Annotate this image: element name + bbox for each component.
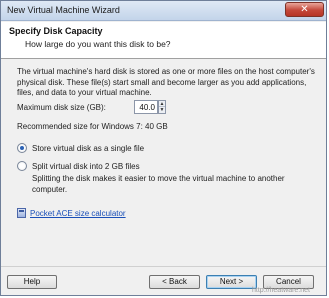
title-bar: New Virtual Machine Wizard ✕	[1, 1, 326, 21]
next-button[interactable]: Next >	[206, 275, 257, 289]
disk-size-input[interactable]	[135, 101, 157, 113]
disk-description: The virtual machine's hard disk is store…	[17, 67, 315, 97]
help-button[interactable]: Help	[7, 275, 57, 289]
split-files-option[interactable]: Split virtual disk into 2 GB files	[17, 160, 140, 172]
size-calculator-label[interactable]: Pocket ACE size calculator	[30, 209, 126, 218]
page-title: Specify Disk Capacity	[9, 26, 103, 36]
split-files-radio[interactable]	[17, 161, 27, 171]
close-icon: ✕	[300, 4, 309, 15]
size-calculator-link[interactable]: Pocket ACE size calculator	[17, 208, 126, 218]
watermark: http://heatware.net	[252, 287, 310, 294]
spin-down-icon[interactable]: ▼	[159, 107, 165, 113]
disk-size-label: Maximum disk size (GB):	[17, 103, 106, 112]
split-note: Splitting the disk makes it easier to mo…	[32, 174, 285, 194]
single-file-label[interactable]: Store virtual disk as a single file	[32, 144, 144, 153]
close-button[interactable]: ✕	[285, 2, 324, 17]
page-subtitle: How large do you want this disk to be?	[25, 39, 171, 49]
wizard-body: The virtual machine's hard disk is store…	[1, 60, 326, 266]
split-files-label[interactable]: Split virtual disk into 2 GB files	[32, 162, 140, 171]
disk-size-stepper[interactable]: ▲ ▼	[158, 100, 166, 114]
wizard-window: New Virtual Machine Wizard ✕ Specify Dis…	[0, 0, 327, 296]
recommended-size: Recommended size for Windows 7: 40 GB	[17, 122, 168, 131]
calculator-icon	[17, 208, 26, 218]
wizard-header: Specify Disk Capacity How large do you w…	[1, 22, 326, 59]
single-file-option[interactable]: Store virtual disk as a single file	[17, 142, 144, 154]
disk-size-field[interactable]	[134, 100, 158, 114]
window-title: New Virtual Machine Wizard	[7, 5, 120, 15]
back-button[interactable]: < Back	[149, 275, 200, 289]
single-file-radio[interactable]	[17, 143, 27, 153]
